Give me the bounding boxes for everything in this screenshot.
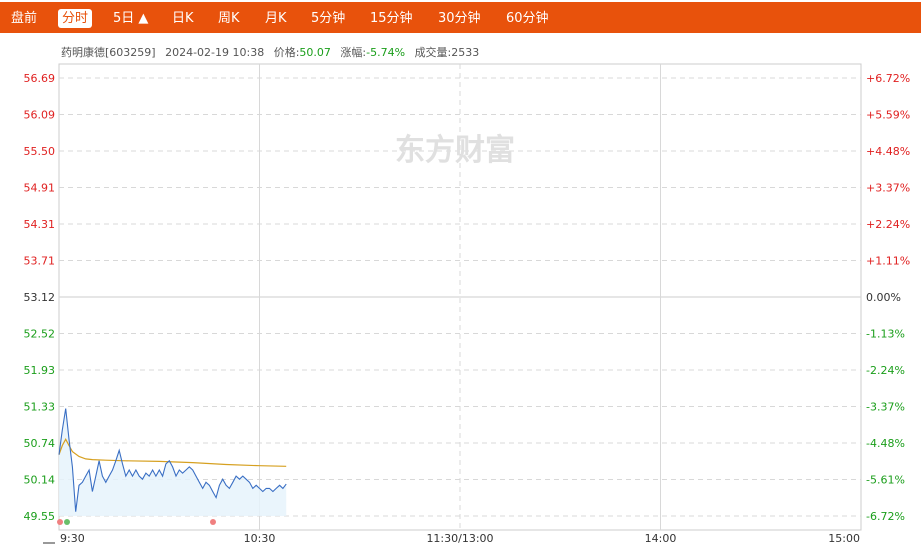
y-tick-left: 52.52 xyxy=(24,328,56,341)
x-tick-label: 11:30/13:00 xyxy=(426,532,493,545)
y-tick-left: 54.91 xyxy=(24,182,56,195)
y-tick-left: 53.12 xyxy=(24,291,56,304)
y-tick-right: -1.13% xyxy=(866,328,905,341)
y-tick-right: -4.48% xyxy=(866,437,905,450)
y-tick-left: 49.55 xyxy=(24,510,56,523)
marker-dot xyxy=(57,519,63,525)
y-tick-right: -2.24% xyxy=(866,364,905,377)
x-axis-labels: 9:30 10:30 11:30/13:00 14:00 15:00 xyxy=(60,532,860,545)
marker-dot xyxy=(64,519,70,525)
marker-dots xyxy=(57,519,216,525)
y-tick-left: 56.09 xyxy=(24,109,56,122)
y-tick-left: 51.33 xyxy=(24,401,56,414)
y-tick-right: -5.61% xyxy=(866,474,905,487)
y-tick-right: +5.59% xyxy=(866,109,910,122)
y-tick-right: -6.72% xyxy=(866,510,905,523)
y-tick-left: 53.71 xyxy=(24,255,56,268)
y-tick-left: 51.93 xyxy=(24,364,56,377)
y-tick-right: -3.37% xyxy=(866,401,905,414)
y-tick-right: +1.11% xyxy=(866,255,910,268)
intraday-chart: 东方财富 56.69 56.09 55.50 54.91 54.31 53.71 53.12… xyxy=(24,63,910,545)
x-tick-label: 14:00 xyxy=(645,532,677,545)
y-tick-right: +6.72% xyxy=(866,72,910,85)
y-tick-right: +2.24% xyxy=(866,218,910,231)
x-tick-label: 15:00 xyxy=(828,532,860,545)
marker-dot xyxy=(210,519,216,525)
x-tick-label: 9:30 xyxy=(60,532,85,545)
x-tick-label: 10:30 xyxy=(244,532,276,545)
y-tick-left: 56.69 xyxy=(24,72,56,85)
y-tick-right: 0.00% xyxy=(866,291,901,304)
y-tick-right: +4.48% xyxy=(866,145,910,158)
y-tick-left: 50.14 xyxy=(24,474,56,487)
watermark-logo: 东方财富 xyxy=(395,133,515,168)
left-axis-ticks: 56.69 56.09 55.50 54.91 54.31 53.71 53.12 52.52… xyxy=(24,72,56,523)
y-tick-left: 55.50 xyxy=(24,145,56,158)
right-axis-ticks: +6.72% +5.59% +4.48% +3.37% +2.24% +1.11% 0.00… xyxy=(866,72,910,523)
y-tick-left: 50.74 xyxy=(24,437,56,450)
y-tick-left: 54.31 xyxy=(24,218,56,231)
y-tick-right: +3.37% xyxy=(866,182,910,195)
